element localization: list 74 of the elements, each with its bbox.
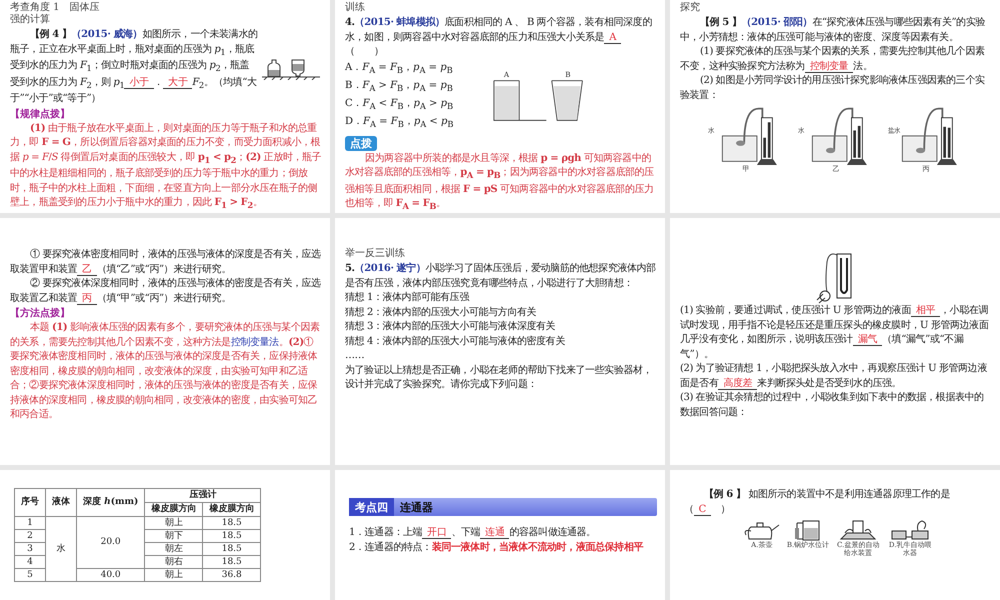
question-text: ① 要探究液体密度相同时，液体的压强与液体的深度是否有关，应选取装置甲和装置 乙 （填“乙”或“丙”）来进行研究。 [10,248,322,277]
table-cell: 20.0 [76,516,145,568]
table-header: 液体 [46,488,76,516]
table-cell: 水 [46,516,76,582]
slide-thumbnail[interactable]: 考点四 连通器 1．连通器：上端 开口 、下端 连通 的容器叫做连通器。 2．连通器的特点：装同一液体时，当液体不流动时，液面总保持相平 [335,470,665,600]
question-text: (1) 要探究液体的压强与某个因素的关系，需要先控制其他几个因素不变，这种实验探究方法称为 控制变量 法。 [680,45,986,74]
question-text: ② 要探究液体深度相同时，液体的压强与液体的密度是否有关，应选取装置乙和装置 丙 （填“甲”或“丙”）来进行研究。 [10,277,322,306]
table-cell: 36.8 [202,568,261,582]
question-text: (3) 在验证其余猜想的过程中，小聪收集到如下表中的数据，根据表中的数据回答问题： [680,391,985,420]
tip-label: 【方法点拨】 [10,306,71,321]
table-cell: 18.5 [202,530,261,542]
explanation-text: (1) 由于瓶子放在水平桌面上，则对桌面的压力等于瓶子和水的总重力，即 F = G，所以倒置后容器对桌面的压力不变，而受力面积减小，根据 p = F/S 得倒置后对桌面的压强较大，即 p$_{1}$ < p$_{2}$；(2) 正放时，瓶子中的水柱是粗细相同的，瓶子底部受到的压力等于瓶中水的重力；倒放时，瓶子中的水柱上面粗，下面细，在竖直方向上一部分水压在瓶子的侧壁上，瓶盖受到的压力小于瓶中水的重力，因此 F$_{1}$ > F$_{2}$。 [10,122,322,212]
section-title: 举一反三训练 [345,248,406,260]
water-trough-icon [890,519,930,541]
question-text: 2．连通器的特点：装同一液体时，当液体不流动时，液面总保持相平 [349,540,644,554]
table-cell: 3 [14,542,46,556]
tip-badge: 点拨 [345,136,377,150]
table-header: 深度 h(mm) [76,488,145,516]
table-cell: 朝下 [144,530,203,542]
question-text: 猜想 1：液体内部可能有压强 [345,291,470,305]
slide-thumbnail[interactable]: 序号 液体 深度 h(mm) 压强计 橡皮膜方向 橡皮膜方向 1 水 20.0 朝上 18.5 2 朝下 18.5 3 朝左 18.5 4 朝右 18.5 5 40.0 朝上 36.8 [0,470,330,600]
section-title: 考查角度 1 固体压强的计算 [10,2,100,26]
question-text: 猜想 3：液体内部的压强大小可能与液体深度有关 [345,320,556,334]
table-cell: 1 [14,516,46,530]
slide-thumbnail[interactable] [335,0,665,213]
question-text: 【例 6 】 如图所示的装置中不是利用连通器原理工作的是（ C ） [684,488,951,517]
question-text: 5.（2016· 遂宁）小聪学习了固体压强后，爱动脑筋的他想探究液体内部是否有压强，液体内部压强究竟有哪些特点，小聪进行了大胆猜想： [345,262,657,290]
explanation-text: 因为两容器中所装的都是水且等深，根据 p = ρgh 可知两容器中的水对容器底部的压强相等，p$_{A}$ = p$_{B}$；因为两容器中的水对容器底部的压强相等且底面积相同，根据 F = pS 可知两容器中的水对容器底部的压力也相等，即 F$_{A}$ = F$_{B}$。 [345,152,655,213]
tip-label: 【规律点拨】 [10,108,71,122]
section-title: 连通器 [399,500,434,516]
table-header: 橡皮膜方向 [202,502,261,516]
question-text: 【例 4 】（2015· 威海）如图所示，一个未装满水的瓶子，正立在水平桌面上时，瓶对桌面的压强为 p$_{1}$，瓶底受到水的压力为 F$_{1}$；倒立时瓶对桌面的压强为 p$_{2}$，瓶盖受到水的压力为 F$_{2}$，则 p$_{1}$ 小于 ． 大于 F$_{2}$。（均填“大于”“小于”或“等于”） [10,28,259,106]
table-header: 压强计 [144,488,261,502]
slide-thumbnail[interactable] [0,0,330,213]
answer-option: D．F$_{A}$ = F$_{B}$，p$_{A}$ < p$_{B}$ [345,116,454,126]
table-cell: 40.0 [76,568,145,582]
slide-thumbnail[interactable] [0,218,330,465]
table-cell: 4 [14,556,46,568]
question-text: (1) 实验前，要通过调试，使压强计 U 形管两边的液面 相平 ，小聪在调试时发现，用手指不论是轻压还是重压探头的橡皮膜时，U 形管两边液面几乎没有变化，如图所示，说明该压强计 漏气 （填“漏气”或“不漏气”）。 [680,304,990,362]
planter-icon [839,519,878,541]
table-cell: 朝上 [144,516,203,530]
table-header: 序号 [14,488,46,516]
question-text: (2) 为了验证猜想 1，小聪把探头放入水中，再观察压强计 U 形管两边液面是否有 高度差 来判断探头处是否受到水的压强。 [680,362,988,391]
question-text: 猜想 2：液体内部的压强大小可能与方向有关 [345,306,538,320]
table-cell: 2 [14,530,46,542]
answer-option: C．F$_{A}$ < F$_{B}$，p$_{A}$ > p$_{B}$ [345,98,454,108]
figure-label: B [564,70,570,79]
slide-thumbnail[interactable] [670,218,1000,465]
section-title: 训练 [345,2,366,14]
question-text: 【例 5 】（2015· 邵阳）在“探究液体压强与哪些因素有关”的实验中，小芳猜想：液体的压强可能与液体的密度、深度等因素有关。 [680,16,986,44]
bottles-drawing [262,58,320,80]
question-text: …… [345,349,366,363]
answer-option: A．F$_{A}$ = F$_{B}$，p$_{A}$ = p$_{B}$ [345,62,453,72]
table-cell: 18.5 [202,556,261,568]
question-text: 猜想 4：液体内部的压强大小可能与液体的密度有关 [345,334,566,348]
explanation-text: 本题 (1) 影响液体压强的因素有多个，要研究液体的压强与某个因素的关系，需要先控制其他几个因素不变，这种方法是控制变量法。(2)① 要探究液体密度相同时，液体的压强与液体的深度是否有关，应保持液体密度相同，橡皮膜的朝向相同，改变液体的深度，由实验可知甲和乙适合；②要探究液体深度相同时，液体的压强与液体的密度是否有关，应保持液体的深度相同，橡皮膜的朝向相同，改变液体的密度，由实验可知乙和丙合适。 [10,321,321,422]
answer-option: B．F$_{A}$ > F$_{B}$，p$_{A}$ = p$_{B}$ [345,80,453,90]
question-text: 1．连通器：上端 开口 、下端 连通 的容器叫做连通器。 [349,526,597,540]
table-cell: 朝右 [144,556,203,568]
question-text: (2) 如图是小芳同学设计的用压强计探究影响液体压强因素的三个实验装置： [680,74,986,102]
question-text: 为了验证以上猜想是否正确，小聪在老师的帮助下找来了一些实验器材，设计并完成了实验探究。请你完成下列问题： [345,364,654,392]
table-cell: 朝上 [144,568,203,582]
pressure-gauge-drawing [902,108,957,165]
section-title: 探究 [680,2,701,14]
pressure-gauge-drawing [722,108,777,165]
table-cell: 18.5 [202,516,261,530]
table-cell: 朝左 [144,542,203,556]
section-number: 考点四 [349,498,394,516]
table-cell: 5 [14,568,46,582]
figure-label: A [503,70,509,79]
table-cell: 18.5 [202,542,261,556]
slide-thumbnail[interactable] [335,218,665,465]
pressure-gauge-drawing [812,108,867,165]
table-header: 橡皮膜方向 [144,502,203,516]
